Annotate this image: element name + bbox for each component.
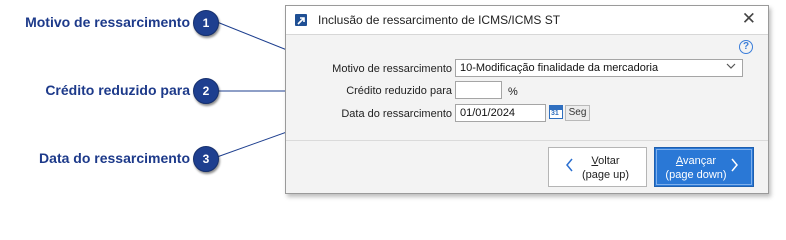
- callout-badge-1: 1: [193, 10, 219, 36]
- callout-badge-2: 2: [193, 78, 219, 104]
- callout-label-credito: Crédito reduzido para: [45, 82, 190, 98]
- avancar-button[interactable]: Avançar (page down): [654, 147, 754, 187]
- credito-unit: %: [508, 86, 518, 98]
- credito-input[interactable]: [455, 81, 502, 99]
- calendar-icon[interactable]: 31: [549, 105, 563, 119]
- dialog-titlebar: Inclusão de ressarcimento de ICMS/ICMS S…: [286, 6, 768, 35]
- callout-label-motivo: Motivo de ressarcimento: [25, 14, 190, 30]
- dialog-title: Inclusão de ressarcimento de ICMS/ICMS S…: [318, 13, 561, 27]
- data-label: Data do ressarcimento: [341, 108, 452, 120]
- motivo-selected-value: 10-Modificação finalidade da mercadoria: [460, 62, 659, 74]
- weekday-badge: Seg: [565, 105, 590, 121]
- callout-badge-3: 3: [193, 146, 219, 172]
- motivo-label: Motivo de ressarcimento: [332, 63, 452, 75]
- close-icon[interactable]: ✕: [742, 10, 756, 28]
- footer-divider: [286, 140, 768, 141]
- data-input[interactable]: 01/01/2024: [455, 104, 546, 122]
- help-icon[interactable]: ?: [739, 40, 753, 54]
- voltar-button[interactable]: Voltar (page up): [548, 147, 647, 187]
- ressarcimento-dialog: Inclusão de ressarcimento de ICMS/ICMS S…: [285, 5, 769, 194]
- chevron-right-icon: [730, 158, 739, 176]
- callout-label-data: Data do ressarcimento: [39, 150, 190, 166]
- credito-label: Crédito reduzido para: [346, 85, 452, 97]
- motivo-select[interactable]: 10-Modificação finalidade da mercadoria: [455, 59, 743, 77]
- chevron-down-icon: [726, 61, 736, 74]
- app-icon: [295, 14, 307, 26]
- voltar-label: Voltar: [591, 155, 620, 167]
- voltar-shortcut: (page up): [581, 169, 630, 181]
